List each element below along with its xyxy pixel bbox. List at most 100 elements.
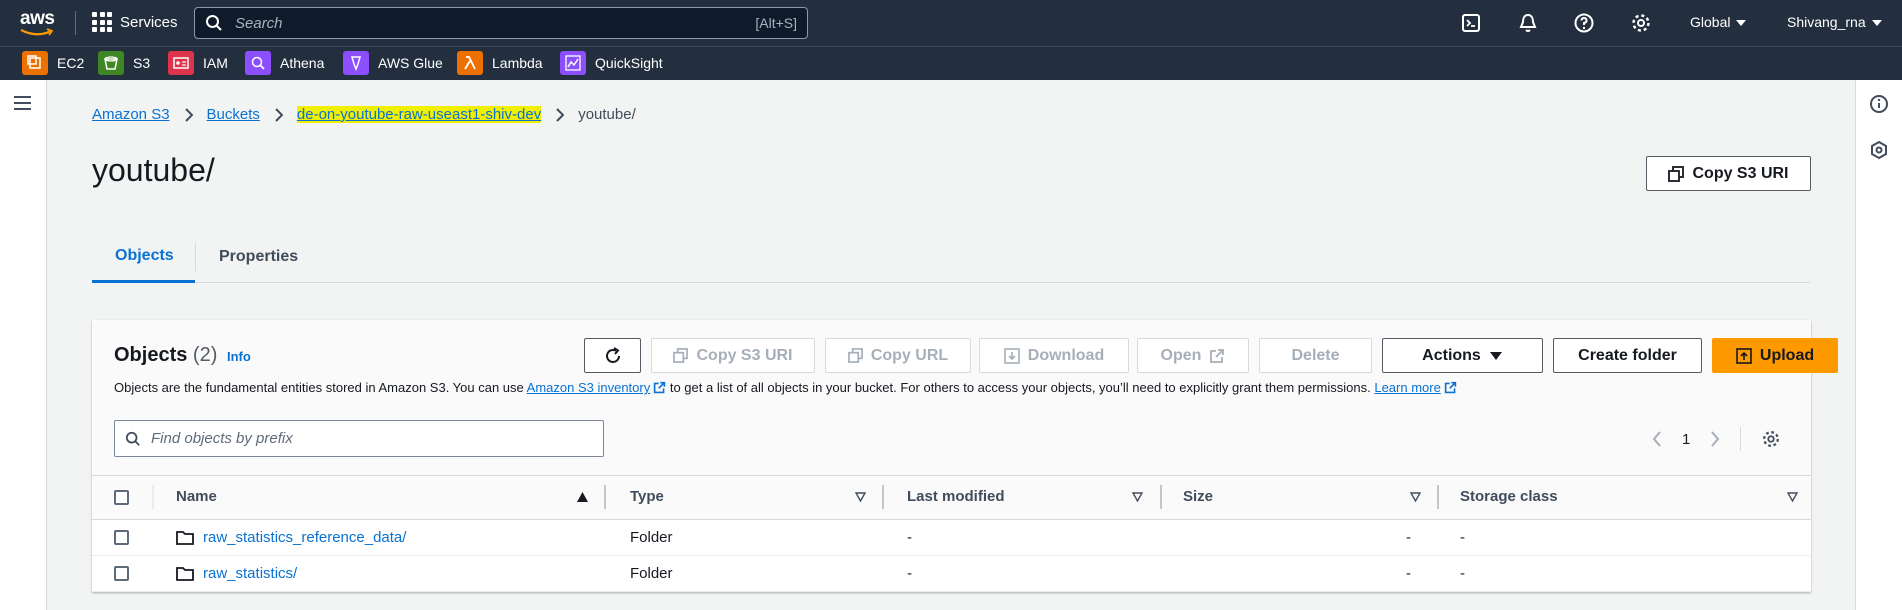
feedback-hexagon-icon[interactable] — [1869, 140, 1889, 160]
create-folder-button[interactable]: Create folder — [1553, 338, 1702, 373]
athena-icon — [245, 51, 271, 75]
open-button[interactable]: Open — [1137, 338, 1249, 373]
upload-icon — [1736, 347, 1752, 364]
tab-label: Objects — [115, 246, 174, 264]
tab-objects[interactable]: Objects — [92, 231, 195, 283]
column-header-last-modified[interactable]: Last modified — [907, 488, 1005, 505]
column-header-name[interactable]: Name — [176, 488, 217, 505]
lambda-icon — [457, 51, 483, 75]
favorite-aws-glue[interactable]: AWS Glue — [343, 51, 443, 75]
tab-properties[interactable]: Properties — [219, 231, 298, 282]
caret-down-icon — [1871, 20, 1882, 27]
settings-gear-icon[interactable] — [1630, 12, 1652, 34]
find-objects-input[interactable] — [151, 430, 591, 447]
info-link[interactable]: Info — [227, 349, 251, 364]
chevron-right-icon — [275, 107, 283, 122]
description-text: to get a list of all objects in your buc… — [666, 380, 1375, 395]
copy-s3-uri-header-button[interactable]: Copy S3 URI — [1646, 156, 1811, 191]
favorite-lambda[interactable]: Lambda — [457, 51, 543, 75]
external-link-icon — [1444, 381, 1457, 394]
page-number[interactable]: 1 — [1682, 431, 1690, 448]
region-label: Global — [1690, 14, 1731, 30]
notifications-icon[interactable] — [1517, 12, 1539, 34]
s3-inventory-link[interactable]: Amazon S3 inventory — [527, 380, 651, 395]
favorite-quicksight[interactable]: QuickSight — [560, 51, 663, 75]
column-separator — [152, 485, 154, 509]
actions-dropdown[interactable]: Actions — [1382, 338, 1543, 373]
breadcrumb-buckets[interactable]: Buckets — [207, 106, 260, 123]
favorite-iam[interactable]: IAM — [168, 51, 228, 75]
folder-icon — [176, 567, 194, 581]
favorites-bar: EC2 S3 IAM Athena AWS Glue Lambda QuickS… — [0, 46, 1902, 80]
caret-down-icon — [1736, 20, 1747, 27]
favorite-label: S3 — [133, 55, 151, 71]
object-name-link[interactable]: raw_statistics_reference_data/ — [203, 529, 406, 546]
search-box[interactable]: [Alt+S] — [194, 7, 808, 39]
object-name-link[interactable]: raw_statistics/ — [203, 565, 297, 582]
logo-text: aws — [20, 8, 55, 29]
row-checkbox[interactable] — [114, 530, 129, 545]
copy-url-button[interactable]: Copy URL — [825, 338, 971, 373]
sort-ascending-icon[interactable] — [577, 492, 588, 502]
glue-icon — [343, 51, 369, 75]
quicksight-icon — [560, 51, 586, 75]
table-row: raw_statistics/ Folder - - - — [92, 556, 1811, 592]
favorite-label: EC2 — [57, 55, 85, 71]
refresh-icon — [605, 346, 620, 363]
aws-smile-icon — [20, 28, 54, 36]
services-menu-button[interactable]: Services — [92, 12, 178, 32]
sort-icon[interactable] — [1132, 492, 1143, 502]
sort-icon[interactable] — [1787, 492, 1798, 502]
region-selector[interactable]: Global — [1690, 14, 1747, 30]
select-all-checkbox[interactable] — [114, 490, 129, 505]
breadcrumb: Amazon S3 Buckets de-on-youtube-raw-usea… — [92, 106, 636, 123]
objects-filter[interactable] — [114, 420, 604, 457]
upload-button[interactable]: Upload — [1712, 338, 1838, 373]
button-label: Delete — [1291, 346, 1340, 364]
column-header-storage-class[interactable]: Storage class — [1460, 488, 1558, 505]
learn-more-link[interactable]: Learn more — [1374, 380, 1440, 395]
account-label: Shivang_rna — [1787, 14, 1866, 30]
copy-s3-uri-button[interactable]: Copy S3 URI — [651, 338, 815, 373]
breadcrumb-amazon-s3[interactable]: Amazon S3 — [92, 106, 170, 123]
chevron-left-icon[interactable] — [1652, 431, 1662, 447]
tab-list: Objects Properties — [92, 231, 1810, 283]
sort-icon[interactable] — [855, 492, 866, 502]
search-input[interactable] — [235, 14, 756, 32]
favorite-label: QuickSight — [595, 55, 663, 71]
external-link-icon — [1210, 348, 1225, 363]
info-panel-icon[interactable] — [1869, 94, 1889, 114]
hamburger-menu-icon[interactable] — [14, 96, 31, 110]
delete-button[interactable]: Delete — [1259, 338, 1372, 373]
aws-logo[interactable]: aws — [18, 8, 58, 38]
tab-divider — [195, 243, 196, 271]
table-settings-gear-icon[interactable] — [1761, 429, 1781, 449]
column-separator — [1437, 485, 1439, 509]
objects-panel-header: Objects (2) Info Copy S3 URI Copy URL Do… — [92, 320, 1838, 475]
refresh-button[interactable] — [584, 338, 641, 373]
column-header-size[interactable]: Size — [1183, 488, 1213, 505]
favorite-label: AWS Glue — [378, 55, 443, 71]
column-separator — [604, 485, 606, 509]
object-size: - — [1406, 529, 1411, 546]
column-separator — [1160, 485, 1162, 509]
favorite-athena[interactable]: Athena — [245, 51, 324, 75]
chevron-right-icon[interactable] — [1710, 431, 1720, 447]
sort-icon[interactable] — [1410, 492, 1421, 502]
account-menu[interactable]: Shivang_rna — [1787, 14, 1882, 30]
breadcrumb-bucket-name[interactable]: de-on-youtube-raw-useast1-shiv-dev — [296, 106, 542, 123]
download-button[interactable]: Download — [979, 338, 1129, 373]
page-title: youtube/ — [92, 152, 215, 188]
column-header-type[interactable]: Type — [630, 488, 664, 505]
favorite-ec2[interactable]: EC2 — [22, 51, 84, 75]
help-icon[interactable] — [1573, 12, 1595, 34]
objects-description: Objects are the fundamental entities sto… — [114, 380, 1457, 395]
button-label: Actions — [1422, 346, 1481, 364]
cloudshell-icon[interactable] — [1460, 12, 1482, 34]
favorite-label: Lambda — [492, 55, 543, 71]
object-storage-class: - — [1460, 529, 1465, 546]
object-size: - — [1406, 565, 1411, 582]
row-checkbox[interactable] — [114, 566, 129, 581]
favorite-s3[interactable]: S3 — [98, 51, 150, 75]
copy-s3-uri-label: Copy S3 URI — [1692, 164, 1789, 182]
